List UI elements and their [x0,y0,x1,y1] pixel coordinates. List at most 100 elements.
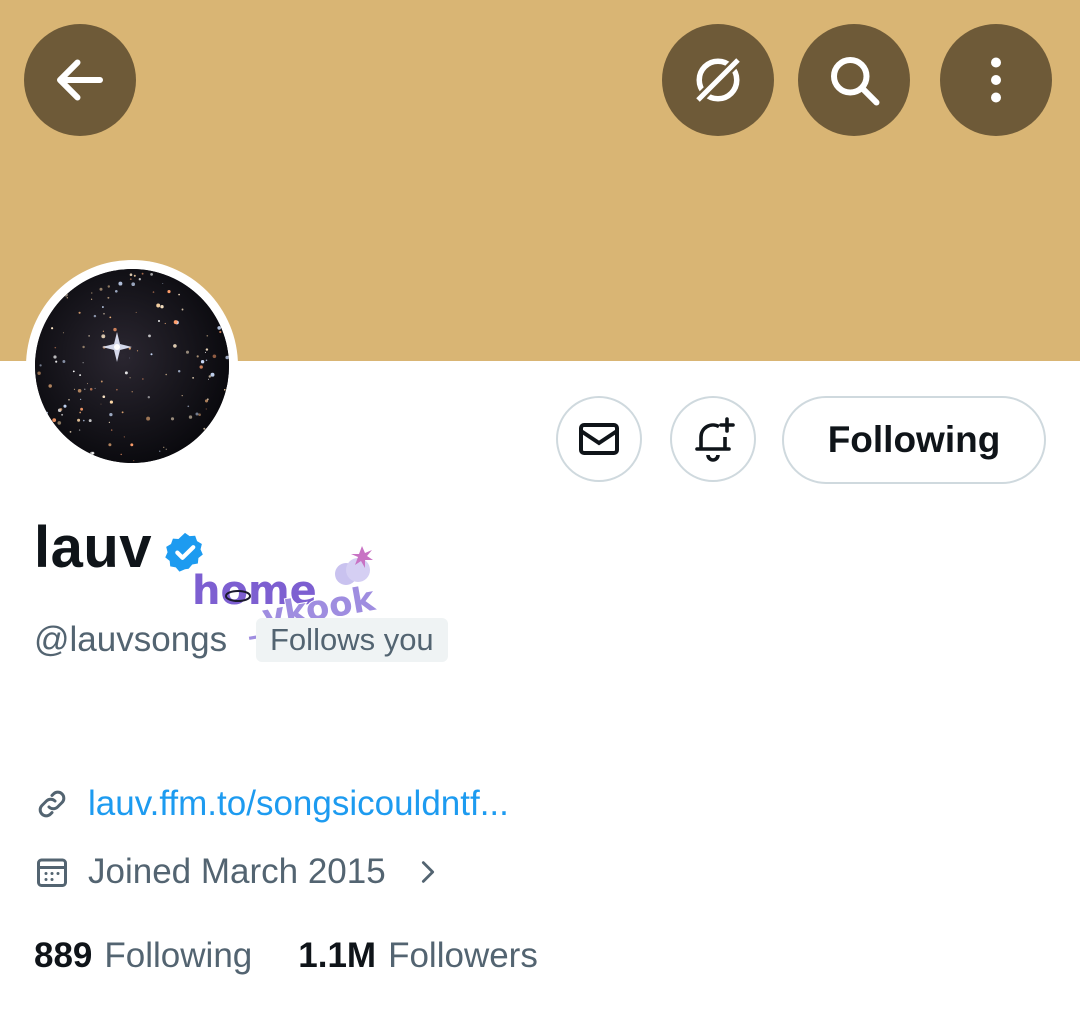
avatar-star [146,416,151,421]
avatar-star [187,405,190,408]
avatar-star [129,357,130,359]
followers-count-link[interactable]: 1.1M Followers [298,936,538,976]
avatar-star [171,270,173,273]
avatar-star [204,399,209,403]
avatar-star [111,429,113,431]
avatar-star [45,411,48,415]
avatar-star [205,408,207,410]
avatar-star [69,431,72,433]
avatar-star [167,290,171,294]
avatar-star [78,311,81,314]
back-button[interactable] [24,24,136,136]
grok-icon [691,53,745,107]
avatar-star [88,335,90,337]
avatar-star [102,330,105,332]
avatar-star [62,332,65,334]
avatar-star [171,454,174,457]
avatar-star [131,282,136,287]
avatar-star [103,312,105,315]
avatar-star [212,300,215,303]
avatar-star [147,396,150,399]
avatar-star [35,329,37,332]
avatar-star [217,326,222,330]
avatar-star [226,396,228,398]
avatar-star [88,419,92,423]
avatar-star [84,388,86,390]
avatar-star [68,398,70,401]
avatar-star [107,296,110,299]
avatar-star [80,407,84,411]
profile-link-row: lauv.ffm.to/songsicouldntf... [34,784,509,824]
bell-plus-icon [695,417,735,462]
avatar-star [221,447,225,451]
search-icon [831,57,880,106]
avatar-star [225,319,227,321]
avatar-star [135,311,137,313]
avatar-star [101,334,106,339]
avatar-star [123,436,125,438]
grok-button[interactable] [662,24,774,136]
avatar-star [82,345,85,349]
avatar-star [87,383,88,385]
avatar-star [79,411,82,414]
avatar-star [63,404,67,408]
avatar-star [158,320,160,322]
avatar-star [195,412,199,416]
avatar-star [133,274,136,277]
avatar-star [48,311,50,313]
avatar-star [181,308,184,311]
avatar-star [64,286,68,289]
avatar-star [129,278,132,280]
avatar-star [131,391,133,393]
arrow-left-icon [57,59,103,101]
avatar-star [109,412,113,417]
avatar-star [113,327,117,332]
avatar-star [165,373,167,376]
profile-link[interactable]: lauv.ffm.to/songsicouldntf... [88,784,509,824]
following-count-link[interactable]: 889 Following [34,936,252,976]
link-icon [38,790,66,818]
avatar[interactable] [26,260,238,472]
avatar-star [210,372,215,377]
avatar-star [102,395,106,399]
avatar-star [204,351,207,353]
avatar-star [204,301,206,302]
profile-handle: @lauvsongs [34,620,228,659]
following-button[interactable]: Following [782,396,1046,484]
avatar-star [66,297,68,299]
avatar-star [44,317,48,320]
avatar-star [37,371,41,375]
avatar-star [57,421,62,425]
avatar-star [163,446,165,448]
avatar-star [148,334,151,338]
avatar-star [54,346,57,349]
avatar-star [219,330,222,334]
avatar-star [164,322,166,325]
avatar-star [173,320,178,325]
avatar-star [72,370,75,373]
avatar-star [200,359,205,364]
avatar-star [64,293,68,297]
search-button[interactable] [798,24,910,136]
avatar-star [52,418,57,422]
avatar-star [59,408,63,411]
avatar-star [170,417,175,421]
avatar-star [133,460,135,462]
avatar-star [159,450,161,452]
avatar-star [162,282,164,284]
avatar-star [187,460,189,462]
avatar-star [118,281,123,286]
avatar-star [196,355,199,358]
avatar-star [160,305,164,309]
notify-button[interactable] [670,396,756,482]
message-button[interactable] [556,396,642,482]
more-button[interactable] [940,24,1052,136]
avatar-star [129,273,133,276]
avatar-star [62,360,66,363]
avatar-star [220,422,225,426]
avatar-star [93,314,97,318]
avatar-star [150,353,153,356]
more-vertical-icon [991,57,1001,103]
chevron-right-icon [421,861,434,883]
joined-row[interactable]: Joined March 2015 [34,852,442,892]
